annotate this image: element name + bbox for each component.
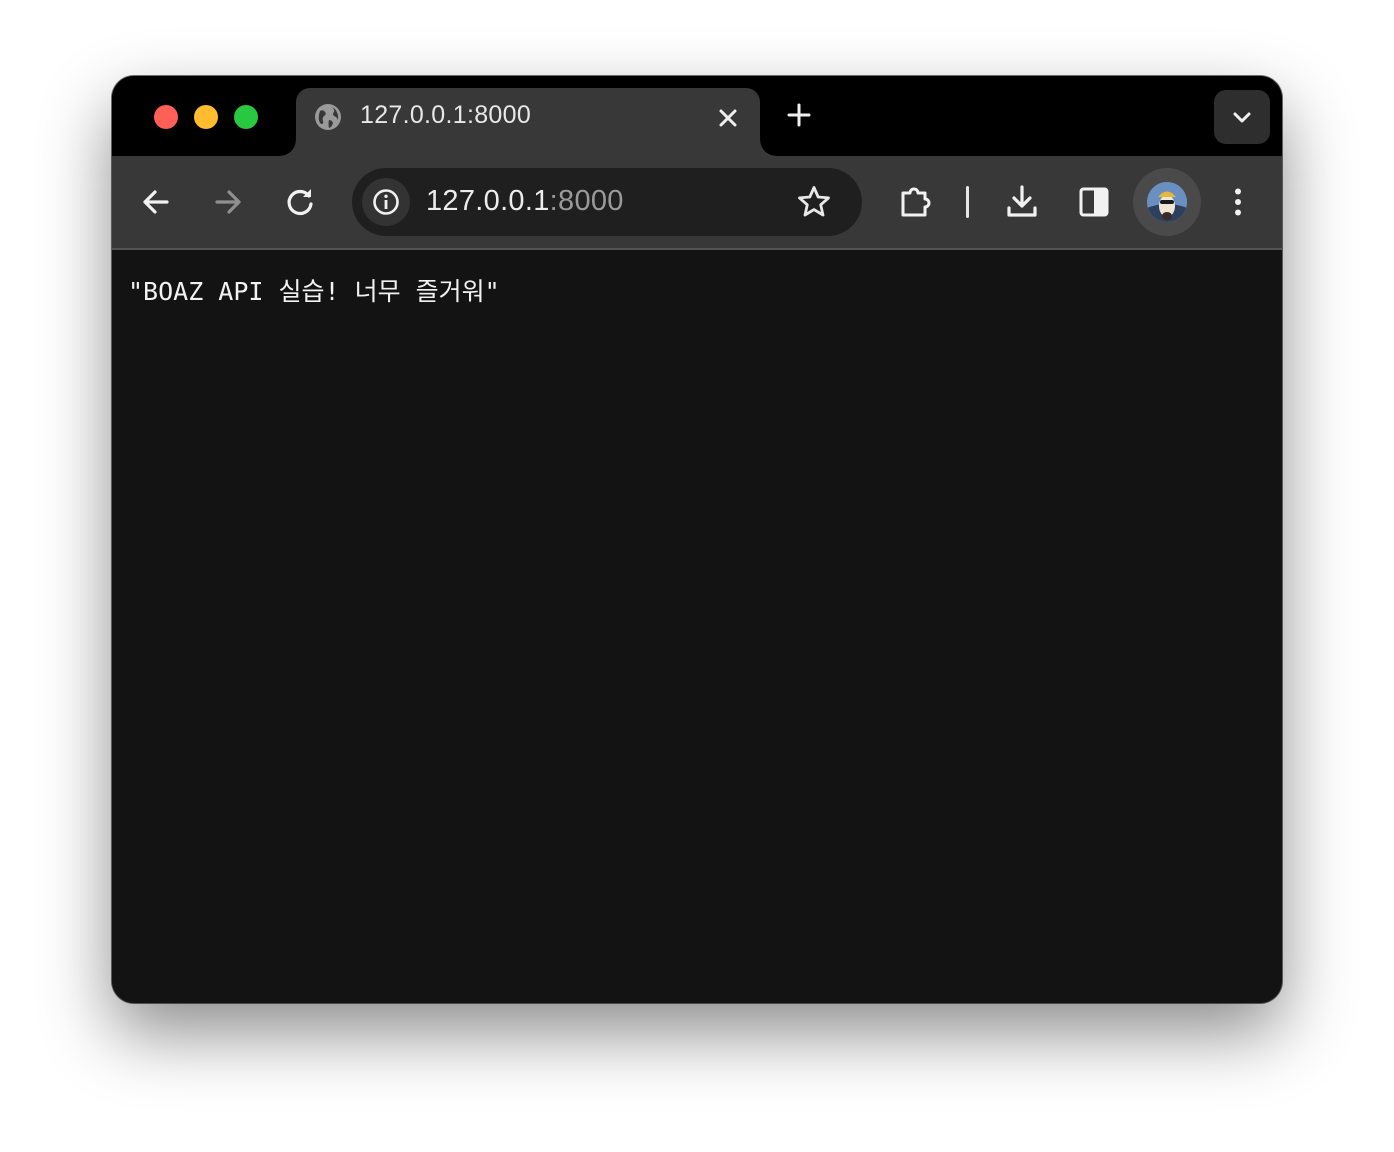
tab-strip: 127.0.0.1:8000	[112, 76, 1282, 158]
window-minimize-button[interactable]	[194, 105, 218, 129]
page-content: "BOAZ API 실습! 너무 즐거워"	[112, 250, 1282, 1003]
star-icon[interactable]	[796, 184, 832, 220]
response-body-text: "BOAZ API 실습! 너무 즐거워"	[128, 277, 500, 306]
close-icon[interactable]	[714, 104, 742, 132]
address-bar[interactable]: 127.0.0.1:8000	[352, 168, 862, 236]
plus-icon[interactable]	[784, 100, 814, 130]
window-maximize-button[interactable]	[234, 105, 258, 129]
toolbar: 127.0.0.1:8000	[112, 156, 1282, 250]
side-panel-icon[interactable]	[1074, 182, 1114, 222]
profile-picture	[1147, 182, 1187, 222]
url-host: 127.0.0.1	[426, 185, 550, 217]
puzzle-icon[interactable]	[896, 182, 936, 222]
arrow-left-icon[interactable]	[136, 182, 176, 222]
site-info-button[interactable]	[362, 178, 410, 226]
more-vertical-icon[interactable]	[1218, 182, 1258, 222]
toolbar-divider	[966, 186, 969, 218]
url-text[interactable]: 127.0.0.1:8000	[426, 185, 624, 218]
reload-icon[interactable]	[280, 182, 320, 222]
arrow-right-icon[interactable]	[208, 182, 248, 222]
window-close-button[interactable]	[154, 105, 178, 129]
browser-window: 127.0.0.1:8000 127.0.0.1:8000 "BOAZ API …	[112, 76, 1282, 1003]
avatar[interactable]	[1133, 168, 1201, 236]
globe-icon	[314, 103, 342, 131]
url-port: :8000	[549, 185, 624, 217]
download-icon[interactable]	[1002, 182, 1042, 222]
tab-title: 127.0.0.1:8000	[360, 101, 532, 129]
tab-active[interactable]: 127.0.0.1:8000	[280, 88, 776, 158]
tab-search-button[interactable]	[1214, 90, 1270, 144]
